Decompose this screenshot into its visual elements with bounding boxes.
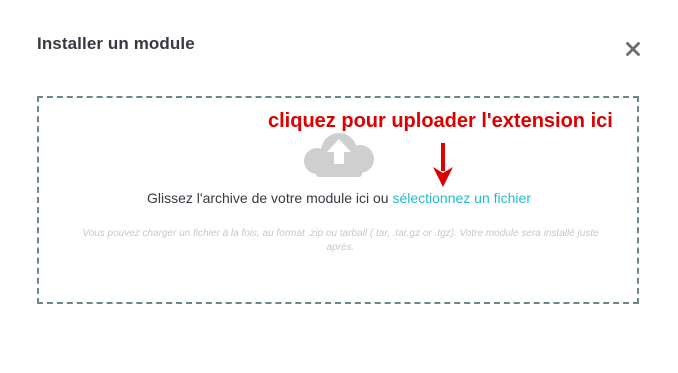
upload-help-text: Vous pouvez charger un fichier à la fois… [82, 228, 599, 253]
dropzone-instruction: Glissez l'archive de votre module ici ou… [0, 190, 678, 206]
dropzone-instruction-text: Glissez l'archive de votre module ici ou [147, 190, 389, 206]
select-file-link[interactable]: sélectionnez un fichier [392, 190, 531, 206]
arrow-down-icon [433, 143, 453, 187]
modal-title: Installer un module [37, 34, 195, 53]
cloud-upload-icon [304, 133, 374, 177]
annotation-label: cliquez pour uploader l'extension ici [268, 110, 613, 132]
close-icon [626, 42, 640, 56]
install-module-modal: Installer un module Glissez l'archive de… [0, 0, 678, 373]
close-button[interactable] [621, 37, 645, 61]
